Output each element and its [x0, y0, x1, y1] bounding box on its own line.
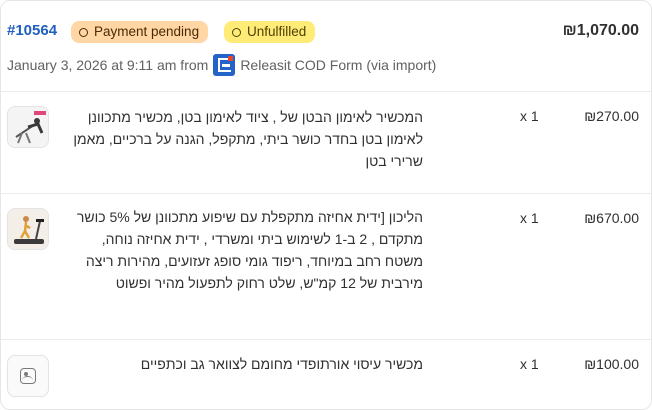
order-meta: January 3, 2026 at 9:11 am from Releasit… — [7, 54, 436, 76]
line-item[interactable]: הליכון [ידית אחיזה מתקפלת עם שיפוע מתכוו… — [1, 194, 651, 339]
fulfillment-status-label: Unfulfilled — [247, 24, 307, 39]
line-item[interactable]: המכשיר לאימון הבטן של , ציוד לאימון בטן,… — [1, 92, 651, 193]
line-item-title[interactable]: מכשיר עיסוי אורתופדי מחומם לצוואר גב וכת… — [63, 353, 423, 375]
ab-trainer-product-image — [7, 106, 49, 148]
order-header: #10564 Payment pending Unfulfilled ₪1,07… — [1, 1, 651, 91]
fulfillment-status-badge: Unfulfilled — [224, 21, 316, 43]
order-id-link[interactable]: #10564 — [7, 22, 57, 39]
line-item-quantity: x 1 — [520, 210, 539, 226]
order-source: Releasit COD Form (via import) — [240, 57, 437, 73]
releasit-app-icon — [213, 54, 236, 76]
order-date: January 3, 2026 at 9:11 am from — [7, 57, 209, 73]
payment-status-badge: Payment pending — [71, 21, 209, 43]
line-item-quantity: x 1 — [520, 108, 539, 124]
line-item[interactable]: מכשיר עיסוי אורתופדי מחומם לצוואר גב וכת… — [1, 340, 651, 409]
image-placeholder-icon — [7, 355, 49, 397]
status-dot-icon — [232, 27, 241, 37]
line-item-price: ₪670.00 — [584, 210, 639, 226]
order-total: ₪1,070.00 — [562, 22, 639, 39]
line-item-title[interactable]: המכשיר לאימון הבטן של , ציוד לאימון בטן,… — [63, 106, 423, 172]
line-item-quantity: x 1 — [520, 356, 539, 372]
treadmill-product-image — [7, 208, 49, 250]
line-item-price: ₪100.00 — [584, 356, 639, 372]
payment-status-label: Payment pending — [94, 24, 200, 39]
status-dot-icon — [79, 27, 88, 37]
order-card: #10564 Payment pending Unfulfilled ₪1,07… — [0, 0, 652, 410]
line-item-title[interactable]: הליכון [ידית אחיזה מתקפלת עם שיפוע מתכוו… — [63, 206, 423, 294]
line-item-price: ₪270.00 — [584, 108, 639, 124]
